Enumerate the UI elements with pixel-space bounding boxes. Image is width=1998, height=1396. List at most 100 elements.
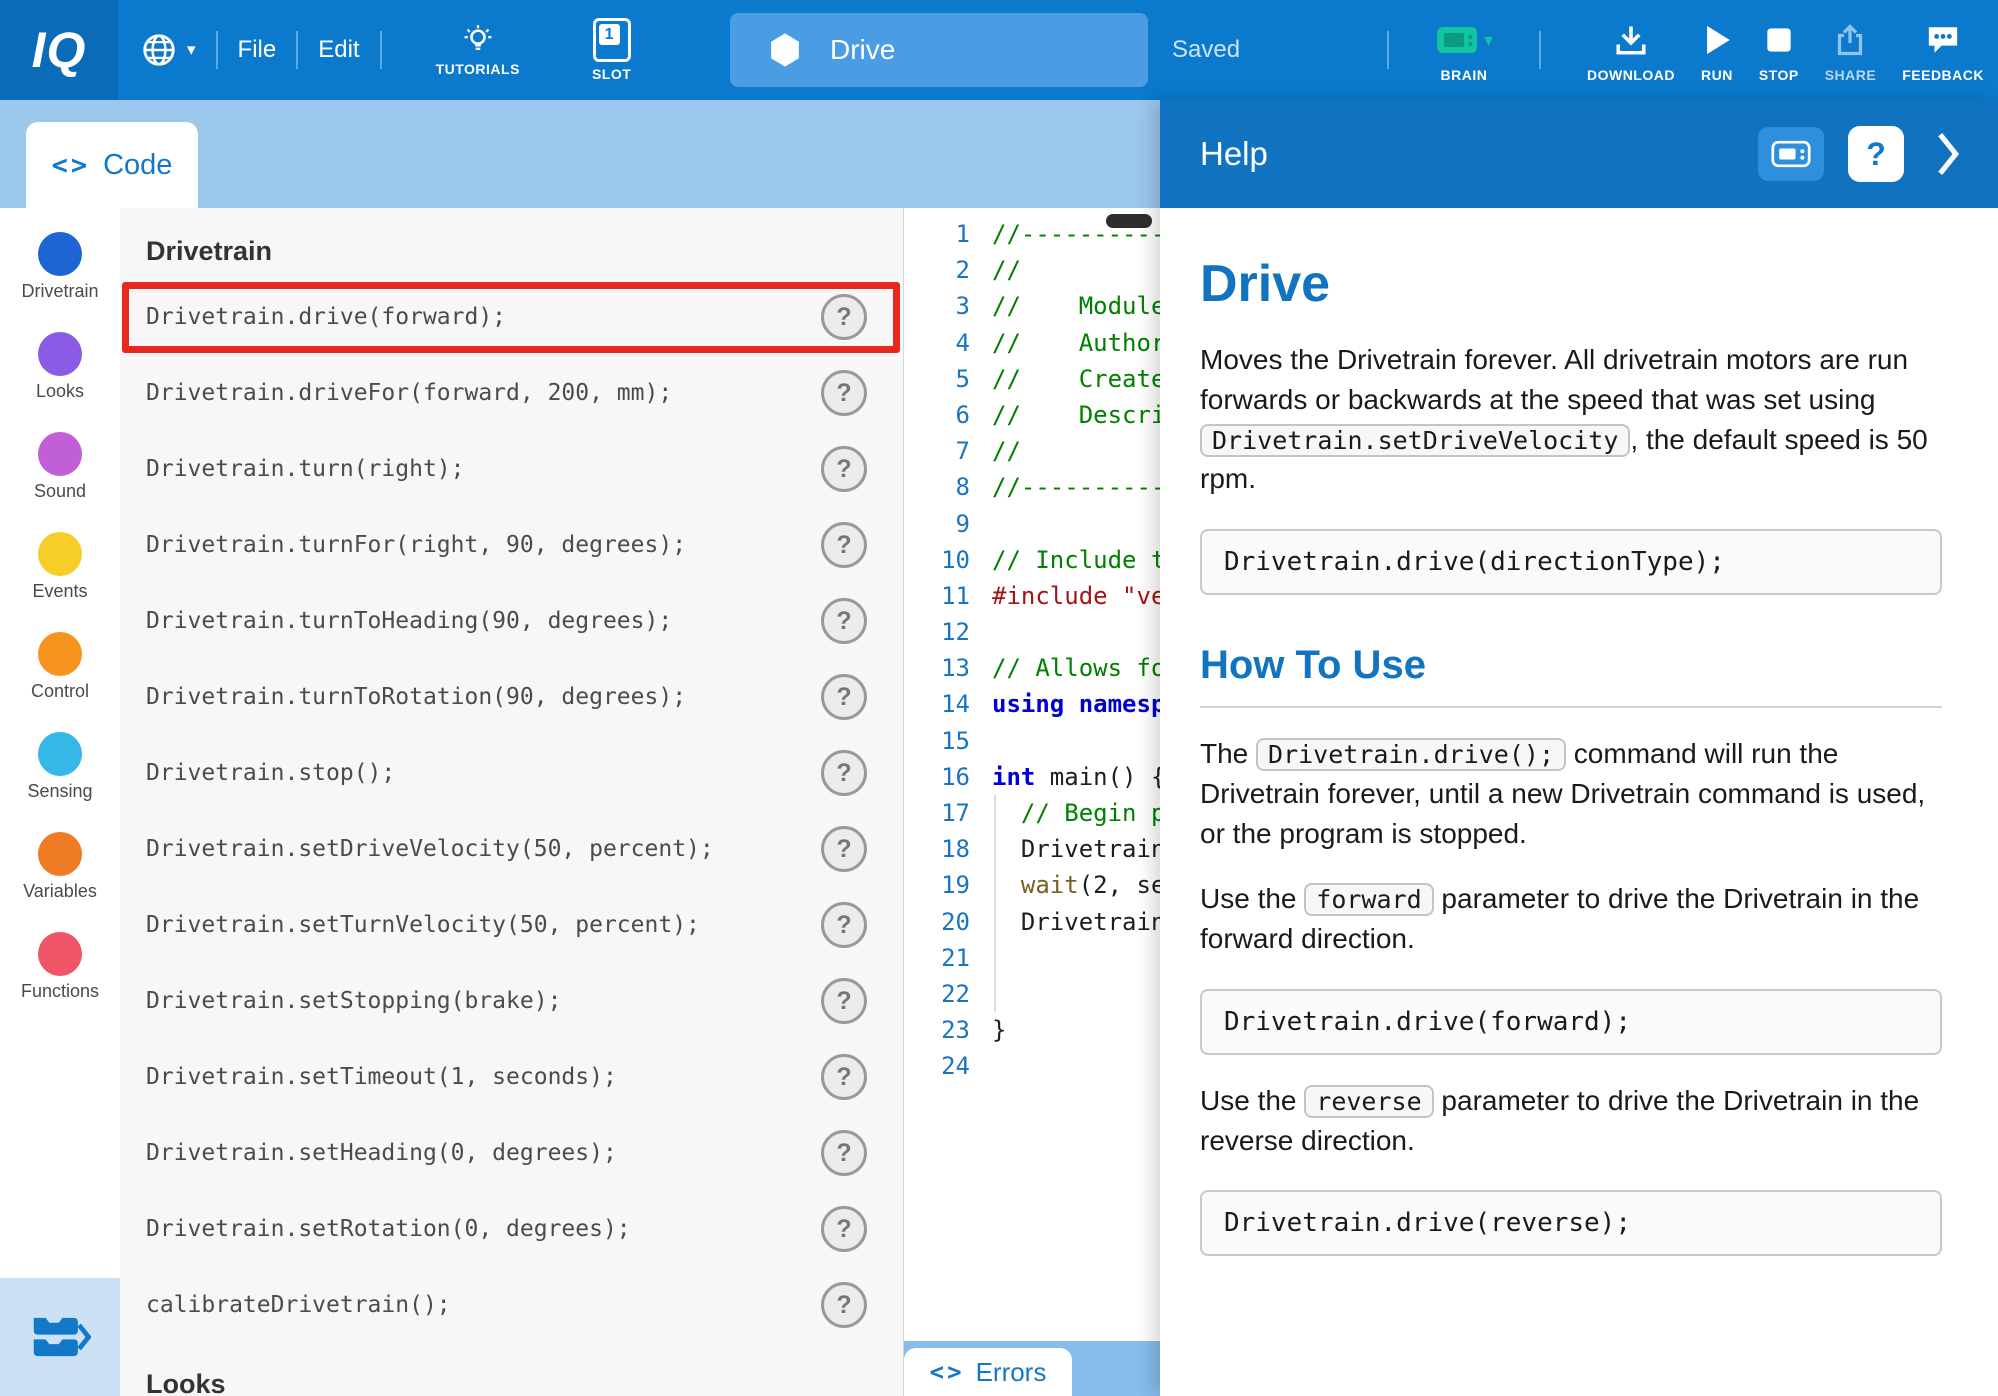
command-text: Drivetrain.setHeading(0, degrees);	[146, 1140, 617, 1166]
command-text: Drivetrain.drive(forward);	[146, 304, 506, 330]
command-help-button[interactable]: ?	[821, 1130, 867, 1176]
help-header-actions: ?	[1758, 126, 1968, 182]
command-help-button[interactable]: ?	[821, 750, 867, 796]
command-row[interactable]: Drivetrain.turnFor(right, 90, degrees);?	[120, 507, 903, 583]
line-number: 13	[904, 650, 992, 686]
command-row[interactable]: Drivetrain.stop();?	[120, 735, 903, 811]
blocks-toggle-button[interactable]	[0, 1278, 120, 1396]
command-help-button[interactable]: ?	[821, 522, 867, 568]
toolbar-right-group: ▾ BRAIN DOWNLOAD	[1367, 0, 1984, 100]
sidebar-item-sensing[interactable]: Sensing	[21, 732, 99, 802]
command-text: Drivetrain.setStopping(brake);	[146, 988, 561, 1014]
errors-tab-label: Errors	[976, 1357, 1047, 1388]
command-row[interactable]: Drivetrain.turnToHeading(90, degrees);?	[120, 583, 903, 659]
edit-menu[interactable]: Edit	[318, 36, 359, 64]
text-segment: The	[1200, 738, 1256, 769]
editor-line: 2//	[904, 252, 1160, 288]
help-signature-code: Drivetrain.drive(directionType);	[1200, 529, 1942, 595]
vexcode-iq-app: IQ ▾ File Edit	[0, 0, 1998, 1396]
download-button[interactable]: DOWNLOAD	[1587, 17, 1675, 83]
line-number: 3	[904, 288, 992, 324]
editor-line: 9	[904, 506, 1160, 542]
sidebar-item-drivetrain[interactable]: Drivetrain	[21, 232, 99, 302]
inline-code: Drivetrain.setDriveVelocity	[1200, 424, 1630, 457]
help-close-button[interactable]	[1928, 126, 1968, 182]
command-help-button[interactable]: ?	[821, 826, 867, 872]
command-help-button[interactable]: ?	[821, 1206, 867, 1252]
command-help-button[interactable]: ?	[821, 1282, 867, 1328]
file-menu[interactable]: File	[238, 36, 277, 64]
line-code: }	[992, 1012, 1006, 1048]
category-label: Sensing	[27, 781, 92, 802]
command-row[interactable]: Drivetrain.setHeading(0, degrees);?	[120, 1115, 903, 1191]
horizontal-scrollbar-thumb[interactable]	[1106, 214, 1152, 228]
iq-logo[interactable]: IQ	[0, 0, 118, 100]
command-text: Drivetrain.turn(right);	[146, 456, 465, 482]
line-number: 11	[904, 578, 992, 614]
sidebar-item-control[interactable]: Control	[21, 632, 99, 702]
sidebar-item-variables[interactable]: Variables	[21, 832, 99, 902]
command-list: Drivetrain.drive(forward);?Drivetrain.dr…	[120, 279, 903, 1343]
sidebar-item-functions[interactable]: Functions	[21, 932, 99, 1002]
command-row[interactable]: calibrateDrivetrain();?	[120, 1267, 903, 1343]
help-question-button[interactable]: ?	[1848, 126, 1904, 182]
share-button[interactable]: SHARE	[1825, 17, 1877, 83]
help-intro-paragraph: Moves the Drivetrain forever. All drivet…	[1200, 340, 1942, 499]
command-row[interactable]: Drivetrain.drive(forward);?	[120, 279, 903, 355]
inline-code: forward	[1304, 883, 1433, 916]
tab-code[interactable]: <> Code	[26, 122, 198, 208]
command-row[interactable]: Drivetrain.setTurnVelocity(50, percent);…	[120, 887, 903, 963]
sidebar-item-sound[interactable]: Sound	[21, 432, 99, 502]
command-row[interactable]: Drivetrain.setTimeout(1, seconds);?	[120, 1039, 903, 1115]
command-help-button[interactable]: ?	[821, 370, 867, 416]
slot-button[interactable]: 1 SLOT	[592, 18, 631, 82]
help-paragraph: Use the forward parameter to drive the D…	[1200, 879, 1942, 959]
editor-line: 18 Drivetrain.drive(forward);	[904, 831, 1160, 867]
language-menu[interactable]: ▾	[140, 31, 196, 69]
command-help-button[interactable]: ?	[821, 978, 867, 1024]
editor-line: 12	[904, 614, 1160, 650]
command-help-button[interactable]: ?	[821, 294, 867, 340]
run-button[interactable]: RUN	[1701, 17, 1733, 83]
command-help-button[interactable]: ?	[821, 446, 867, 492]
sidebar-item-events[interactable]: Events	[21, 532, 99, 602]
help-brain-button[interactable]	[1758, 127, 1824, 181]
command-help-button[interactable]: ?	[821, 598, 867, 644]
inline-code: Drivetrain.drive();	[1256, 738, 1566, 771]
command-row[interactable]: Drivetrain.turnToRotation(90, degrees);?	[120, 659, 903, 735]
command-row[interactable]: Drivetrain.driveFor(forward, 200, mm);?	[120, 355, 903, 431]
command-row[interactable]: Drivetrain.setRotation(0, degrees);?	[120, 1191, 903, 1267]
command-help-button[interactable]: ?	[821, 1054, 867, 1100]
feedback-label: FEEDBACK	[1902, 67, 1984, 83]
line-code: Drivetrain.drive(reverse);	[992, 904, 1160, 940]
tutorials-button[interactable]: TUTORIALS	[436, 23, 520, 77]
command-text: Drivetrain.setDriveVelocity(50, percent)…	[146, 836, 714, 862]
command-help-button[interactable]: ?	[821, 902, 867, 948]
command-help-button[interactable]: ?	[821, 674, 867, 720]
command-row[interactable]: Drivetrain.turn(right);?	[120, 431, 903, 507]
tab-strip: <> Code	[0, 100, 1160, 208]
command-row[interactable]: Drivetrain.setDriveVelocity(50, percent)…	[120, 811, 903, 887]
help-doc-title: Drive	[1200, 254, 1942, 314]
command-text: Drivetrain.setTimeout(1, seconds);	[146, 1064, 617, 1090]
chevron-right-icon	[1936, 132, 1960, 176]
command-row[interactable]: Drivetrain.setStopping(brake);?	[120, 963, 903, 1039]
feedback-button[interactable]: FEEDBACK	[1902, 17, 1984, 83]
line-number: 4	[904, 325, 992, 361]
stop-button[interactable]: STOP	[1759, 17, 1799, 83]
project-name-box[interactable]: Drive	[730, 13, 1148, 87]
sidebar-item-looks[interactable]: Looks	[21, 332, 99, 402]
command-text: Drivetrain.turnFor(right, 90, degrees);	[146, 532, 686, 558]
tab-errors[interactable]: <> Errors	[904, 1348, 1072, 1396]
help-paragraph: Use the reverse parameter to drive the D…	[1200, 1081, 1942, 1161]
line-code: #include "vex.h"	[992, 578, 1160, 614]
command-text: Drivetrain.stop();	[146, 760, 395, 786]
brain-button[interactable]: ▾ BRAIN	[1435, 17, 1493, 83]
inline-code: reverse	[1304, 1085, 1433, 1118]
editor-line: 10// Include the IQ Library	[904, 542, 1160, 578]
editor-bottom-strip: <> Errors	[904, 1341, 1160, 1396]
line-number: 7	[904, 433, 992, 469]
code-editor[interactable]: 1//-------------------------------------…	[903, 208, 1160, 1396]
line-number: 8	[904, 469, 992, 505]
content-row: Drivetrain Looks Sound Events Control Sensing…	[0, 208, 1160, 1396]
